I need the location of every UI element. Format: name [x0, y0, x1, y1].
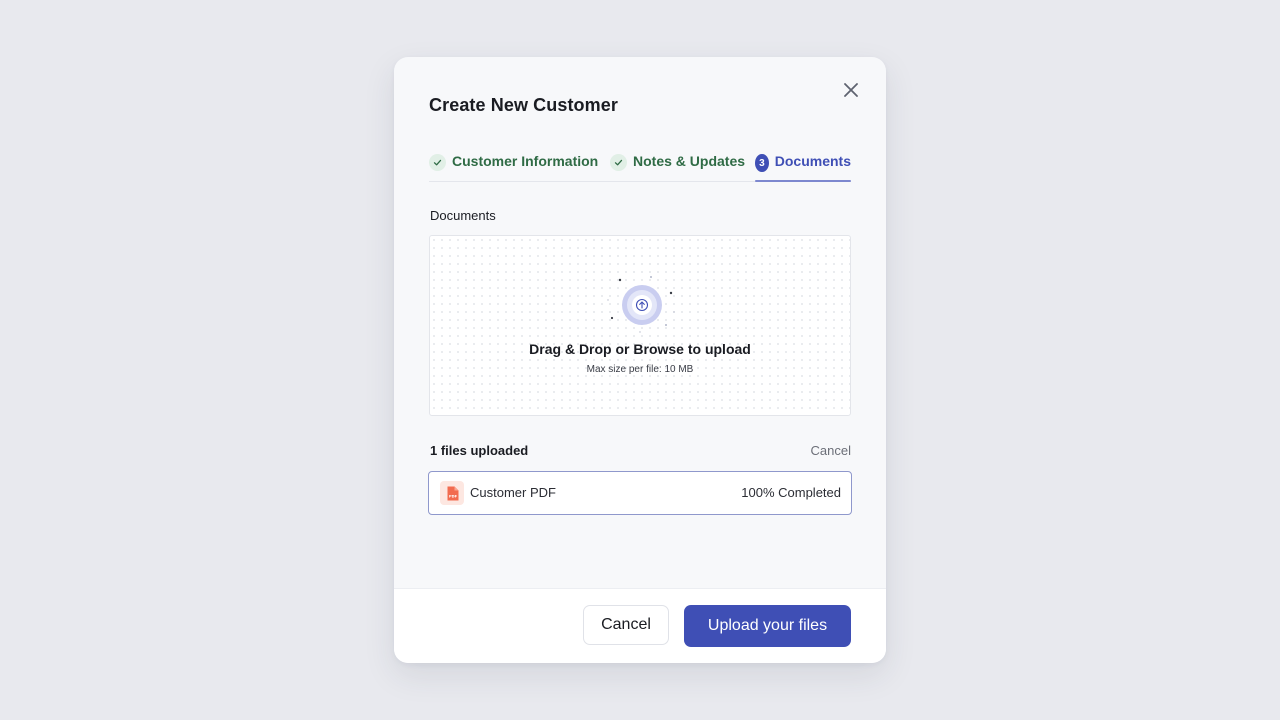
close-icon — [844, 83, 858, 97]
step-number-badge: 3 — [755, 154, 769, 172]
documents-label: Documents — [430, 208, 496, 223]
check-icon — [429, 154, 446, 171]
check-icon — [610, 154, 627, 171]
dropzone-title: Drag & Drop or Browse to upload — [529, 341, 751, 357]
cancel-upload-link[interactable]: Cancel — [811, 443, 851, 458]
dialog-title: Create New Customer — [429, 95, 618, 115]
cancel-button[interactable]: Cancel — [583, 605, 669, 645]
file-upload-status: 100% Completed — [741, 485, 841, 500]
file-name: Customer PDF — [470, 485, 556, 500]
dialog-footer: Cancel Upload your files — [394, 588, 886, 663]
step-label: Customer Information — [452, 153, 599, 169]
pdf-file-icon: PDF — [440, 481, 464, 505]
step-label: Notes & Updates — [633, 153, 746, 169]
uploaded-file-item[interactable]: PDF Customer PDF 100% Completed — [428, 471, 852, 515]
upload-files-button[interactable]: Upload your files — [684, 605, 851, 647]
files-uploaded-count: 1 files uploaded — [430, 443, 529, 458]
close-button[interactable] — [840, 79, 862, 101]
svg-text:PDF: PDF — [448, 494, 457, 498]
upload-icon — [607, 276, 675, 333]
stepper: Customer Information Notes & Updates 3 D… — [429, 153, 851, 182]
create-customer-dialog: Create New Customer Customer Information… — [394, 57, 886, 663]
dropzone-subtitle: Max size per file: 10 MB — [586, 364, 694, 375]
file-dropzone[interactable]: Drag & Drop or Browse to upload Max size… — [429, 235, 851, 416]
step-label: Documents — [774, 153, 851, 169]
step-customer-information[interactable]: Customer Information — [429, 153, 598, 181]
step-notes-updates[interactable]: Notes & Updates — [610, 153, 745, 181]
step-documents[interactable]: 3 Documents — [755, 153, 851, 182]
